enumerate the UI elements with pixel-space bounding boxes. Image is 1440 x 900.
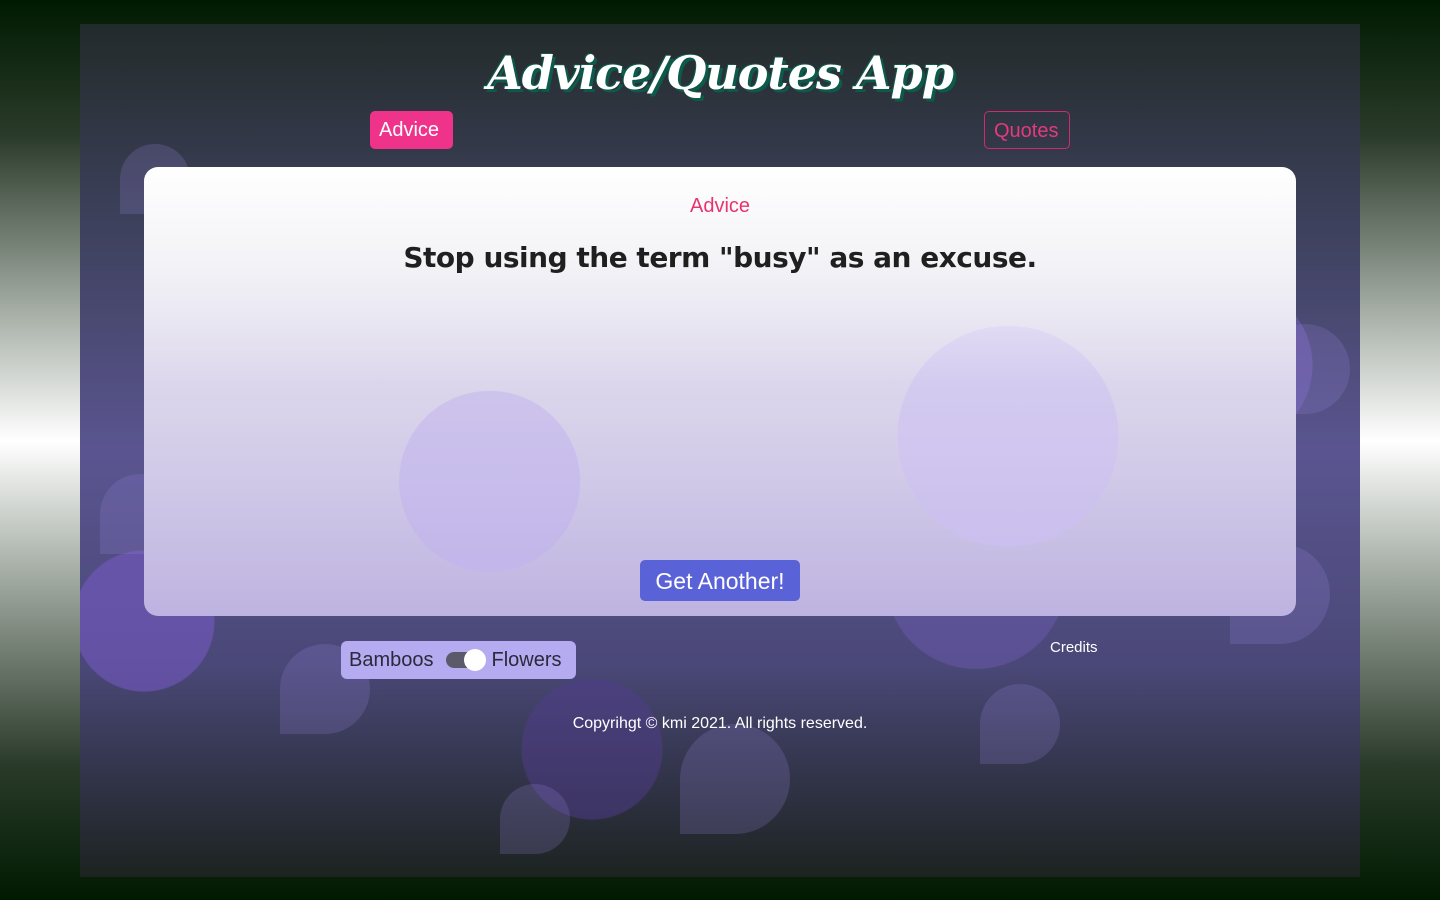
- switch-knob: [463, 649, 486, 671]
- tab-advice[interactable]: Advice: [370, 111, 453, 149]
- credits-link[interactable]: Credits: [1050, 639, 1098, 656]
- app-title: Advice/Quotes App: [487, 46, 954, 100]
- toggle-label-bamboos: Bamboos: [349, 648, 434, 671]
- toggle-label-flowers: Flowers: [491, 648, 562, 671]
- advice-card: Advice Stop using the term "busy" as an …: [144, 167, 1296, 616]
- copyright-text: Copyrihgt © kmi 2021. All rights reserve…: [572, 715, 868, 732]
- get-another-button[interactable]: Get Another!: [640, 560, 800, 601]
- advice-text: Stop using the term "busy" as an excuse.: [403, 241, 1037, 274]
- tab-quotes[interactable]: Quotes: [984, 111, 1070, 149]
- theme-toggle: Bamboos Flowers: [341, 641, 576, 679]
- background-image: Advice/Quotes App Advice Quotes Advice S…: [80, 24, 1360, 877]
- card-label: Advice: [689, 195, 751, 217]
- theme-switch[interactable]: [445, 649, 486, 671]
